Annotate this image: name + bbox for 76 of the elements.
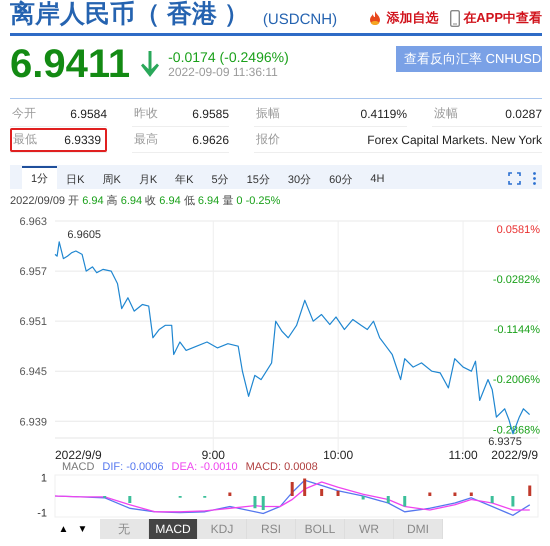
macd-bar (128, 496, 132, 503)
macd-bar (403, 496, 406, 506)
x-axis-label: 11:00 (448, 448, 478, 461)
period-tab[interactable]: 日K (57, 167, 94, 189)
more-options-icon[interactable] (533, 172, 536, 184)
y-axis-label: 6.951 (19, 316, 47, 328)
macd-bar (290, 482, 294, 496)
legend-label: MACD: 0.0008 (246, 461, 318, 473)
fullscreen-icon[interactable] (508, 172, 521, 184)
stat-label: 昨收 (134, 105, 158, 122)
macd-bar (362, 496, 365, 500)
period-tab[interactable]: 周K (93, 167, 130, 189)
stat-value: 6.9584 (70, 106, 107, 120)
period-tab[interactable]: 4H (361, 167, 394, 189)
stat-value: 0.4119% (360, 106, 407, 120)
symbol-code: (USDCNH) (262, 11, 338, 28)
price-annotation: 6.9375 (488, 436, 522, 448)
percent-label: 0.0581% (496, 224, 540, 236)
phone-icon (450, 10, 460, 26)
stat-label: 振幅 (256, 105, 280, 122)
legend-label: DIF: -0.0006 (102, 461, 164, 473)
current-price: 6.9411 (10, 42, 130, 86)
period-tab[interactable]: 60分 (320, 167, 362, 189)
period-tab[interactable]: 30分 (278, 167, 320, 189)
stat-value: Forex Capital Markets. New York (367, 132, 542, 146)
open-app-link[interactable]: 在APP中查看 (450, 9, 542, 27)
add-favorite-link[interactable]: 添加自选 (367, 9, 438, 27)
period-tab[interactable]: 5分 (202, 167, 238, 189)
y-axis-label: 6.963 (19, 216, 47, 228)
stat-value: 6.9626 (192, 132, 229, 146)
macd-bar (428, 492, 432, 496)
stat-label: 最高 (134, 131, 158, 148)
price-change: -0.0174 (-0.2496%) (168, 49, 289, 65)
stat-value: 6.9339 (64, 132, 101, 146)
macd-bar (386, 496, 390, 503)
indicator-tab[interactable]: MACD (149, 519, 198, 539)
stat-label: 报价 (256, 131, 280, 148)
y-axis-label: 6.945 (19, 366, 47, 378)
macd-bar (320, 489, 324, 496)
macd-bar (453, 492, 456, 496)
ohlc-summary: 2022/09/09 开 6.94 高 6.94 收 6.94 低 6.94 量 0 -0.25% (10, 194, 282, 209)
price-annotation: 6.9605 (67, 228, 102, 241)
stat-label: 今开 (12, 105, 36, 122)
macd-bar (228, 492, 232, 496)
percent-label: -0.0282% (492, 274, 540, 286)
y-axis-label: -1 (37, 507, 47, 519)
macd-bar (253, 496, 256, 508)
macd-bar (511, 496, 514, 506)
macd-bar (336, 490, 340, 496)
stat-label: 波幅 (434, 105, 458, 122)
date-label: 2022/9/9 (491, 448, 538, 461)
period-tab[interactable]: 年K (166, 167, 202, 189)
date-label: 2022/9/9 (55, 448, 102, 461)
x-axis-label: 9:00 (202, 448, 225, 461)
macd-bar (470, 492, 473, 496)
quote-time: 2022-09-09 11:36:11 (168, 65, 279, 79)
macd-bar (490, 496, 494, 503)
macd-bar (528, 486, 532, 496)
y-axis-label: 6.939 (19, 416, 47, 428)
period-tab[interactable]: 15分 (238, 167, 279, 189)
down-arrow-icon (140, 50, 160, 78)
percent-label: -0.1144% (494, 324, 540, 336)
percent-label: -0.2006% (492, 374, 540, 386)
macd-bar (262, 496, 265, 510)
y-axis-label: 1 (40, 473, 47, 484)
macd-bar (303, 478, 306, 496)
page-title: 离岸人民币（ 香港 ） (10, 0, 249, 30)
x-axis-label: 10:00 (323, 448, 354, 461)
stat-label: 最低 (13, 131, 37, 148)
legend-label: MACD (62, 461, 94, 473)
stat-value: 6.9585 (192, 106, 229, 120)
y-axis-label: 6.957 (19, 266, 47, 278)
legend-label: DEA: -0.0010 (172, 461, 238, 473)
period-tab[interactable]: 月K (130, 167, 166, 189)
stat-value: 0.0287 (505, 106, 542, 120)
period-tab[interactable]: 1分 (22, 166, 58, 189)
